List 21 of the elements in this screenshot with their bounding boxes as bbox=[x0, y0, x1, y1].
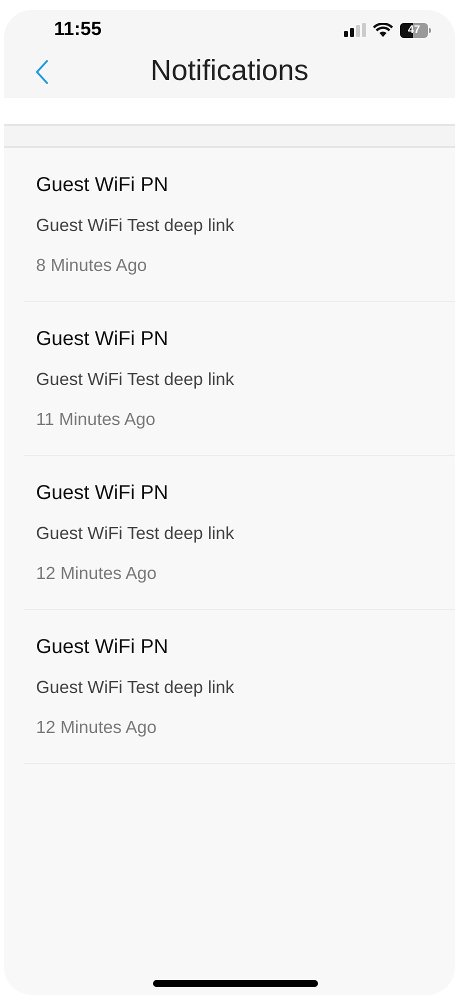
signal-icon bbox=[344, 23, 366, 37]
notification-body: Guest WiFi Test deep link bbox=[36, 522, 236, 544]
notification-body: Guest WiFi Test deep link bbox=[36, 676, 236, 698]
notification-item[interactable]: Guest WiFi PN Guest WiFi Test deep link 8 Minutes Ago bbox=[24, 148, 455, 302]
notification-title: Guest WiFi PN bbox=[36, 173, 170, 198]
notification-body: Guest WiFi Test deep link bbox=[36, 368, 236, 390]
notification-item[interactable]: Guest WiFi PN Guest WiFi Test deep link 11 Minutes Ago bbox=[24, 302, 455, 456]
notification-time: 8 Minutes Ago bbox=[36, 254, 148, 276]
notification-time: 11 Minutes Ago bbox=[36, 408, 156, 430]
status-time: 11:55 bbox=[54, 18, 102, 42]
wifi-icon bbox=[373, 23, 393, 37]
notification-time: 12 Minutes Ago bbox=[36, 562, 158, 584]
page-title: Notifications bbox=[150, 54, 308, 90]
notification-time: 12 Minutes Ago bbox=[36, 716, 158, 738]
notification-item[interactable]: Guest WiFi PN Guest WiFi Test deep link 12 Minutes Ago bbox=[24, 610, 455, 764]
notification-title: Guest WiFi PN bbox=[36, 327, 170, 352]
notification-item[interactable]: Guest WiFi PN Guest WiFi Test deep link 12 Minutes Ago bbox=[24, 456, 455, 610]
back-chevron-icon bbox=[35, 59, 49, 85]
notification-title: Guest WiFi PN bbox=[36, 635, 170, 660]
notification-body: Guest WiFi Test deep link bbox=[36, 214, 236, 236]
notification-title: Guest WiFi PN bbox=[36, 481, 170, 506]
